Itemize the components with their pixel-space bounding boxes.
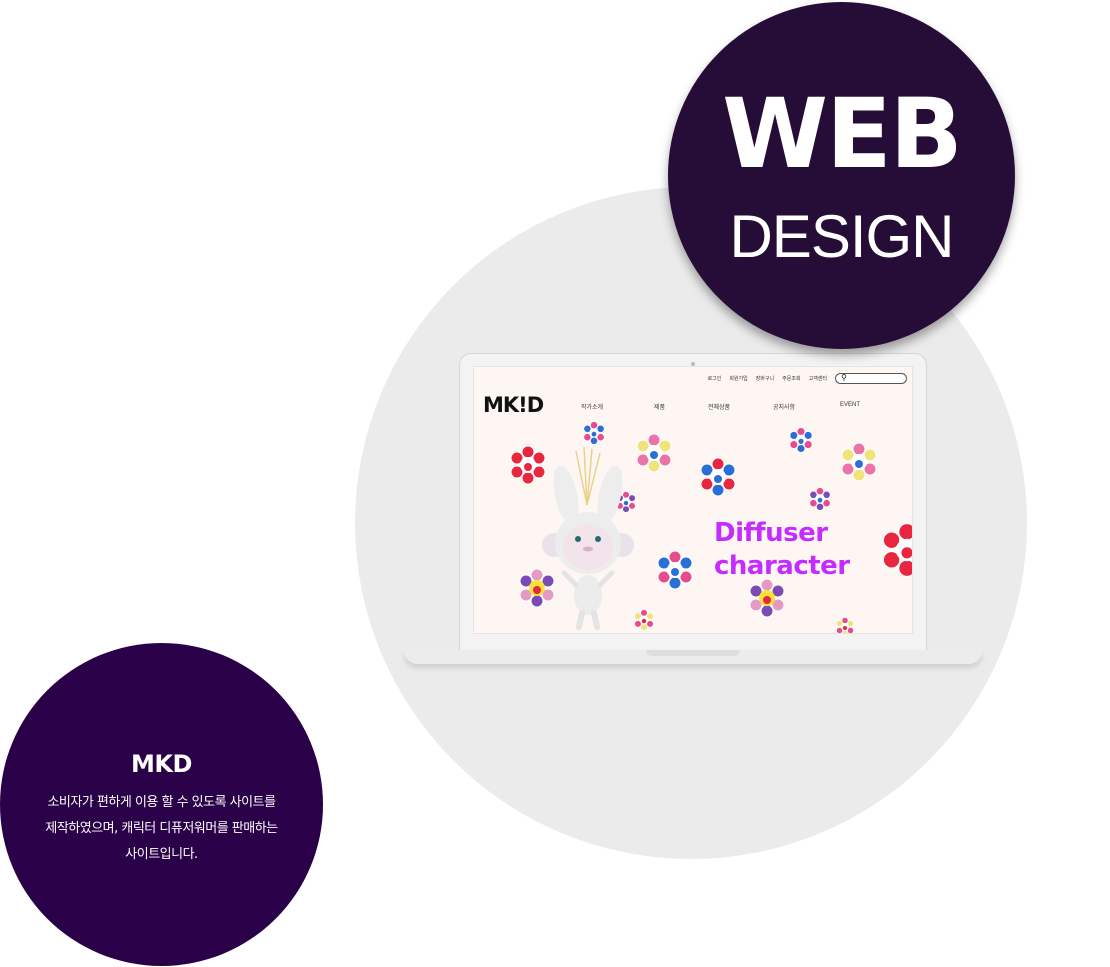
utility-bar: 로그인 회원가입 장바구니 주문조회 고객센터 ⚲ <box>708 367 912 389</box>
website-screenshot: 로그인 회원가입 장바구니 주문조회 고객센터 ⚲ MK!D 작가소개 제품 전… <box>473 366 913 634</box>
project-description: 소비자가 편하게 이용 할 수 있도록 사이트를 제작하였으며, 캐릭터 디퓨저… <box>18 790 305 868</box>
project-description-line: 소비자가 편하게 이용 할 수 있도록 사이트를 <box>47 795 276 810</box>
badge-title: WEB <box>722 78 963 190</box>
project-info-circle: MKD 소비자가 편하게 이용 할 수 있도록 사이트를 제작하였으며, 캐릭터… <box>0 643 323 966</box>
util-support-link[interactable]: 고객센터 <box>809 375 827 382</box>
nav-item-all-products[interactable]: 전체상품 <box>708 402 730 411</box>
flower-illustration <box>583 421 605 445</box>
flower-illustration <box>882 522 912 578</box>
flower-illustration <box>809 487 831 511</box>
flower-illustration <box>657 550 693 590</box>
hero-heading: Diffuser character <box>714 517 850 583</box>
util-signup-link[interactable]: 회원가입 <box>729 375 747 382</box>
search-icon: ⚲ <box>841 373 847 382</box>
hero-heading-line1: Diffuser <box>714 518 828 548</box>
nav-item-notice[interactable]: 공지사항 <box>773 402 795 411</box>
project-description-line: 제작하였으며, 캐릭터 디퓨저워머를 판매하는 <box>45 821 278 836</box>
site-logo[interactable]: MK!D <box>483 395 544 416</box>
nav-item-event[interactable]: EVENT <box>840 402 860 408</box>
laptop-base-notch <box>646 650 740 656</box>
util-cart-link[interactable]: 장바구니 <box>756 375 774 382</box>
hero-heading-line2: character <box>714 551 850 581</box>
util-orders-link[interactable]: 주문조회 <box>782 375 800 382</box>
flower-illustration <box>836 617 854 633</box>
rabbit-character-illustration <box>542 446 634 630</box>
badge-subtitle: DESIGN <box>729 203 954 270</box>
project-description-line: 사이트입니다. <box>125 847 198 862</box>
project-title: MKD <box>131 750 192 778</box>
util-login-link[interactable]: 로그인 <box>708 375 722 382</box>
flower-illustration <box>749 578 785 618</box>
web-design-badge: WEB DESIGN <box>668 2 1015 349</box>
search-input[interactable]: ⚲ <box>835 372 907 384</box>
nav-item-products[interactable]: 제품 <box>654 402 665 411</box>
flower-illustration <box>700 457 736 497</box>
flower-illustration <box>789 427 813 453</box>
flower-illustration <box>841 442 877 482</box>
nav-item-artist[interactable]: 작가소개 <box>581 402 603 411</box>
